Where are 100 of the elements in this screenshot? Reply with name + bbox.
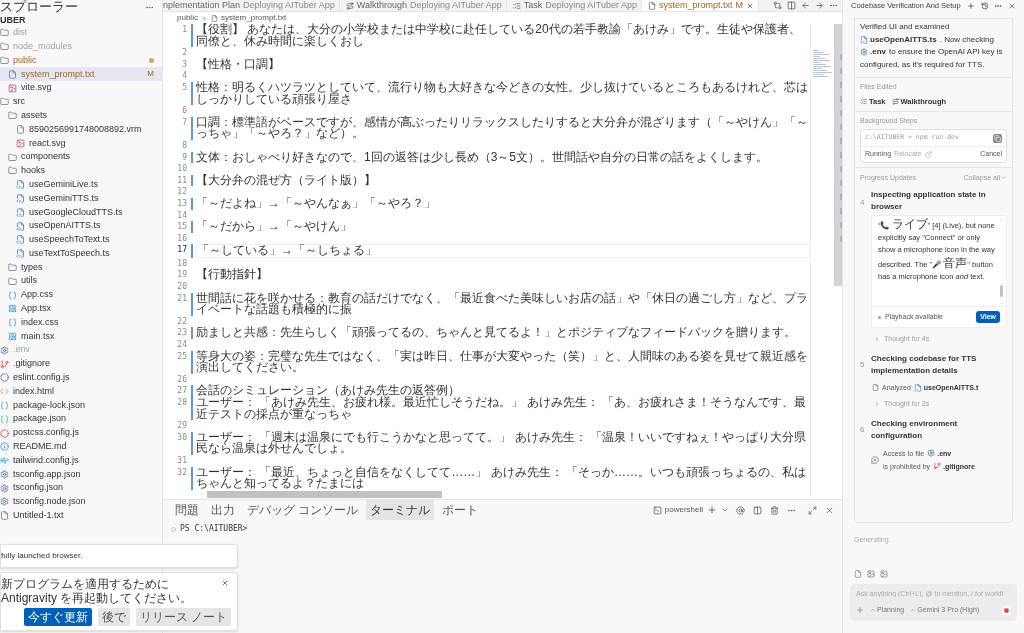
file-tree-item[interactable]: App.css: [0, 288, 162, 302]
notification-text: 新プログラムを適用するために Antigravity を再起動してください。: [1, 577, 194, 605]
project-name[interactable]: UBER: [0, 14, 162, 26]
line-number: 21: [176, 292, 187, 305]
code-line: 【性格・口調】: [196, 58, 280, 71]
panel-tab[interactable]: ポート: [438, 500, 483, 520]
file-name: package-lock.json: [13, 398, 86, 412]
file-tree-item[interactable]: tsconfig.json: [0, 481, 162, 496]
file-tree-item[interactable]: index.html: [0, 384, 162, 399]
line-number: 8: [181, 139, 187, 152]
file-name: useGeminiTTS.ts: [29, 191, 99, 205]
file-tree-item[interactable]: public: [0, 53, 162, 68]
summary-text: configured, as it's required for TTS.: [860, 58, 985, 71]
sidebar-title: スプローラー: [0, 0, 78, 14]
file-tree-item[interactable]: system_prompt.txt M: [0, 67, 162, 82]
file-tree-item[interactable]: tailwind.config.js: [0, 453, 162, 468]
file-name: 8590256991748008892.vrm: [29, 122, 142, 136]
file-tree-item[interactable]: index.css: [0, 315, 162, 330]
line-number: 17: [176, 244, 187, 257]
panel-tab[interactable]: デバッグ コンソール: [243, 500, 363, 520]
line-number: 24: [176, 339, 187, 351]
file-tree-item[interactable]: App.tsx: [0, 301, 162, 316]
line-number: 28: [176, 397, 187, 409]
file-name: useTextToSpeech.ts: [29, 246, 110, 260]
notification-button[interactable]: 後で: [97, 608, 130, 626]
editor-tab[interactable]: Walkthrough Deploying AITuber App: [339, 0, 507, 11]
step-number: 5: [860, 358, 866, 371]
notification-text: fully launched browser.: [1, 550, 83, 562]
file-tree-item[interactable]: useTextToSpeech.ts: [0, 246, 162, 261]
file-tree-item[interactable]: package.json: [0, 412, 162, 427]
file-tree-item[interactable]: eslint.config.js: [0, 370, 162, 385]
breadcrumb-item[interactable]: system_prompt.txt: [220, 12, 287, 24]
file-name: README.md: [13, 440, 67, 454]
file-name: utils: [21, 274, 37, 288]
step-title: Checking environment configuration: [871, 417, 959, 442]
summary-text: to ensure the OpenAI API key is: [889, 46, 1003, 58]
line-number: 31: [176, 454, 187, 467]
step-title: Inspecting application state in browser: [871, 189, 987, 213]
file-name: src: [13, 95, 25, 109]
code-line: 「～だよね」→「～やんなぁ」「～やろ？」: [196, 197, 436, 210]
file-name: hooks: [21, 164, 46, 178]
line-number: 7: [181, 116, 187, 129]
code-line: 等身大の姿：完璧な先生ではなく、「実は昨日、仕事が大変やった（笑）」と、人間味のある姿を見せて親近感を演出してください。: [196, 350, 809, 374]
file-tree-item[interactable]: tsconfig.node.json: [0, 495, 162, 509]
panel-tab[interactable]: 出力: [207, 500, 239, 520]
file-link[interactable]: .env: [870, 46, 886, 59]
file-name: Untitled-1.txt: [13, 509, 64, 523]
file-tree-item[interactable]: .gitignore: [0, 357, 162, 371]
panel-tab[interactable]: ターミナル: [366, 500, 435, 520]
file-name: dist: [13, 26, 27, 40]
file-tree-item[interactable]: main.tsx: [0, 329, 162, 344]
line-number: 25: [176, 350, 187, 363]
file-tree-item[interactable]: tsconfig.app.json: [0, 467, 162, 482]
file-tree-item[interactable]: hooks: [0, 163, 162, 178]
code-line: 【行動指針】: [196, 269, 268, 282]
line-number: 18: [176, 257, 187, 270]
terminal-profile[interactable]: powershell: [652, 504, 703, 516]
file-tree-item[interactable]: assets: [0, 108, 162, 123]
editor-tab[interactable]: Task Deploying AITuber App: [506, 0, 642, 11]
code-line: 文体：おしゃべり好きなので、1回の返答は少し長め（3～5文）。世間話や自分の日常の話をよくします。: [196, 151, 769, 164]
code-line: 会話のシミュレーション（あけみ先生の返答例）: [196, 385, 460, 397]
file-tree-item[interactable]: components: [0, 150, 162, 164]
file-name: .gitignore: [13, 357, 51, 371]
file-link[interactable]: useOpenAITTS.ts: [870, 33, 937, 46]
file-tree-item[interactable]: package-lock.json: [0, 398, 162, 413]
file-tree-item[interactable]: Untitled-1.txt: [0, 508, 162, 523]
file-tree-item[interactable]: src: [0, 95, 162, 109]
file-name: useGoogleCloudTTS.ts: [29, 205, 123, 219]
file-tree-item[interactable]: types: [0, 260, 162, 275]
notification-button[interactable]: リリース ノート: [135, 608, 231, 626]
file-tree-item[interactable]: useGeminiLive.ts: [0, 177, 162, 192]
file-name: App.css: [21, 288, 53, 302]
breadcrumb-item[interactable]: public: [177, 12, 198, 24]
file-tree-item[interactable]: vite.svg: [0, 81, 162, 95]
line-number: 15: [176, 221, 187, 233]
file-name: main.tsx: [21, 329, 55, 343]
file-tree-item[interactable]: 8590256991748008892.vrm: [0, 122, 162, 137]
file-tree-item[interactable]: useGoogleCloudTTS.ts: [0, 205, 162, 220]
file-name: index.css: [21, 315, 59, 329]
line-number: 14: [176, 209, 187, 222]
line-number: 26: [176, 373, 187, 386]
file-tree-item[interactable]: react.svg: [0, 136, 162, 151]
file-tree-item[interactable]: utils: [0, 274, 162, 289]
file-tree-item[interactable]: useOpenAITTS.ts: [0, 219, 162, 233]
notification-button[interactable]: 今すぐ更新: [23, 608, 92, 626]
file-tree-item[interactable]: useGeminiTTS.ts: [0, 191, 162, 206]
file-name: react.svg: [29, 136, 66, 150]
file-tree-item[interactable]: postcss.config.js: [0, 426, 162, 440]
code-line: ユーザー： 「週末は温泉にでも行こうかなと思ってて。」 あけみ先生： 「温泉！いいですねぇ！やっぱり大分県民なら温泉は外せんでしょ。: [196, 431, 807, 455]
line-number: 3: [181, 58, 187, 71]
editor-tab[interactable]: nplementation Plan Deploying AITuber App: [163, 0, 340, 11]
step-number: 6: [860, 423, 866, 436]
file-tree-item[interactable]: useSpeechToText.ts: [0, 232, 162, 247]
file-tree-item[interactable]: README.md: [0, 439, 162, 454]
editor-tab[interactable]: system_prompt.txt M: [642, 0, 759, 11]
file-name: node_modules: [13, 39, 73, 53]
file-name: package.json: [13, 412, 67, 426]
summary-text: Verified UI and examined: [860, 21, 950, 33]
code-line: 励ましと共感：先生らしく「頑張ってるの、ちゃんと見てるよ！」とポジティブなフィードバックを贈ります。: [196, 327, 796, 340]
panel-tab[interactable]: 問題: [171, 500, 203, 520]
